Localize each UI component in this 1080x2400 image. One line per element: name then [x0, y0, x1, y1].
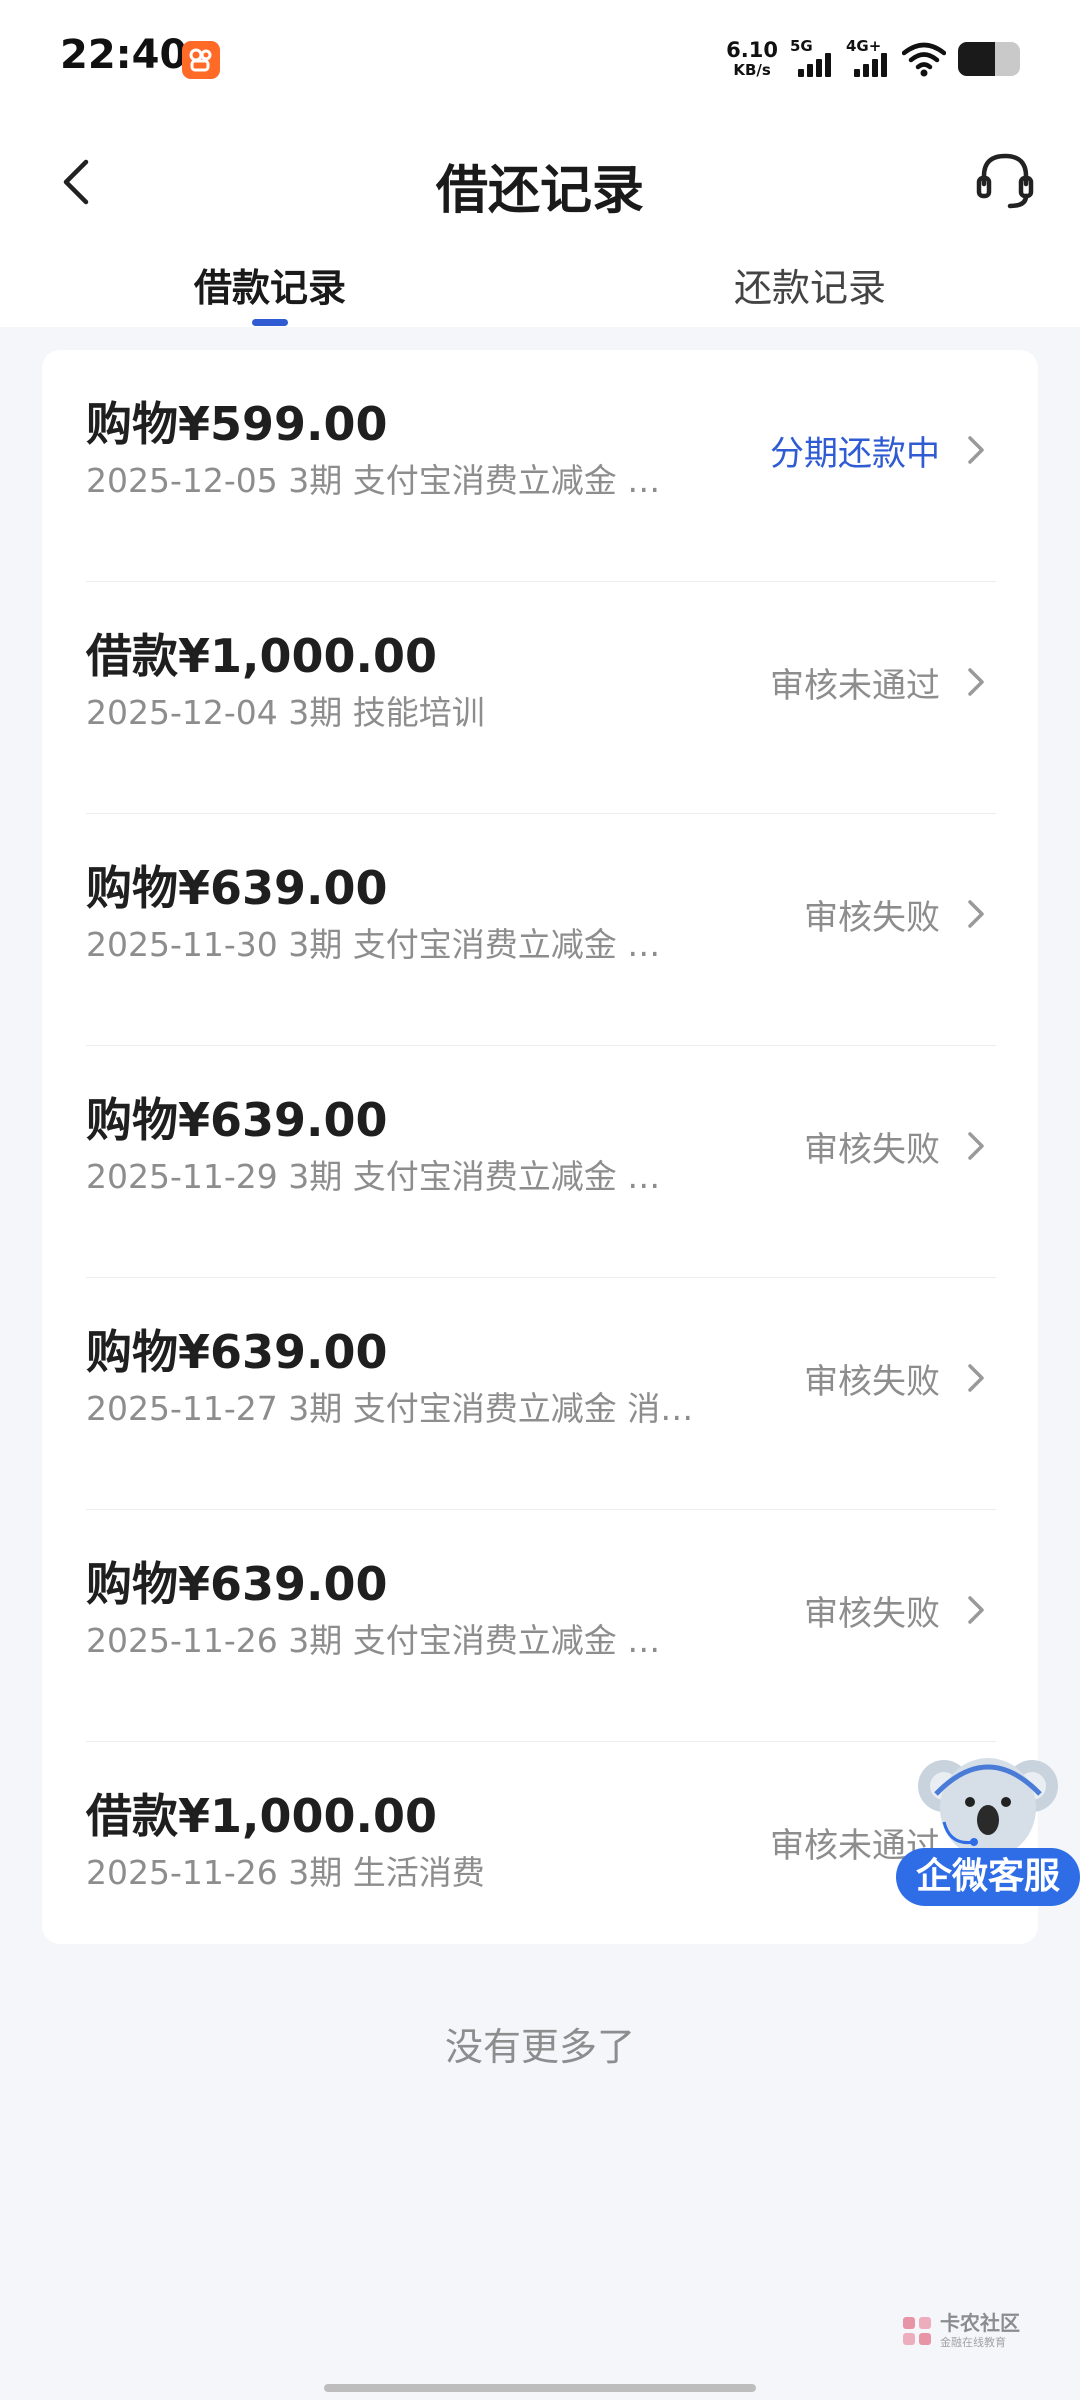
watermark-subtext: 金融在线教育 [940, 2336, 1006, 2349]
record-detail: 2025-11-30 3期 支付宝消费立减金 … [86, 925, 661, 964]
network-speed-value: 6.10 [726, 38, 778, 62]
record-row[interactable]: 购物¥639.00 2025-11-30 3期 支付宝消费立减金 … 审核失败 [42, 814, 1038, 1046]
kanong-watermark: 卡农社区 金融在线教育 [900, 2312, 1020, 2350]
page-title: 借还记录 [435, 161, 644, 221]
record-status: 审核失败 [804, 1130, 940, 1170]
record-detail: 2025-12-05 3期 支付宝消费立减金 … [86, 461, 661, 500]
record-detail: 2025-11-27 3期 支付宝消费立减金 消… [86, 1389, 694, 1428]
chevron-right-icon [968, 436, 984, 464]
record-status: 审核失败 [804, 1594, 940, 1634]
record-amount: 购物¥599.00 [86, 397, 388, 451]
record-amount: 购物¥639.00 [86, 1093, 388, 1147]
record-detail: 2025-12-04 3期 技能培训 [86, 693, 485, 732]
record-row[interactable]: 购物¥639.00 2025-11-26 3期 支付宝消费立减金 … 审核失败 [42, 1510, 1038, 1742]
navigation-bar: 借还记录 [0, 118, 1080, 243]
record-status: 分期还款中 [770, 434, 940, 474]
record-row[interactable]: 借款¥1,000.00 2025-11-26 3期 生活消费 审核未通过 [42, 1742, 1038, 1974]
tab-repayment-records[interactable]: 还款记录 [660, 257, 960, 312]
network-speed-unit: KB/s [733, 61, 771, 79]
record-row[interactable]: 借款¥1,000.00 2025-12-04 3期 技能培训 审核未通过 [42, 582, 1038, 814]
headset-icon[interactable] [970, 146, 1040, 216]
record-tabs: 借款记录 还款记录 [0, 243, 1080, 327]
wifi-icon [902, 42, 946, 77]
status-time: 22:40 [60, 32, 188, 78]
record-status: 审核失败 [804, 898, 940, 938]
record-detail: 2025-11-26 3期 生活消费 [86, 1853, 485, 1892]
active-tab-indicator [252, 319, 288, 326]
record-row[interactable]: 购物¥639.00 2025-11-27 3期 支付宝消费立减金 消… 审核失败 [42, 1278, 1038, 1510]
end-of-list-text: 没有更多了 [444, 2025, 635, 2069]
kuaishou-app-icon [182, 41, 220, 79]
chevron-right-icon [968, 1596, 984, 1624]
chevron-right-icon [968, 900, 984, 928]
signal-4g-icon: 4G+ [846, 37, 890, 79]
record-amount: 购物¥639.00 [86, 1325, 388, 1379]
wecom-service-label: 企微客服 [896, 1848, 1080, 1906]
record-row[interactable]: 购物¥639.00 2025-11-29 3期 支付宝消费立减金 … 审核失败 [42, 1046, 1038, 1278]
signal-5g-icon: 5G [790, 37, 834, 79]
tab-loan-records[interactable]: 借款记录 [120, 257, 420, 312]
records-list: 购物¥599.00 2025-12-05 3期 支付宝消费立减金 … 分期还款中借款… [42, 350, 1038, 1944]
record-amount: 借款¥1,000.00 [86, 629, 437, 683]
battery-fill [958, 42, 996, 76]
record-detail: 2025-11-29 3期 支付宝消费立减金 … [86, 1157, 661, 1196]
record-status: 审核未通过 [770, 666, 940, 706]
record-row[interactable]: 购物¥599.00 2025-12-05 3期 支付宝消费立减金 … 分期还款中 [42, 350, 1038, 582]
network-speed: 6.10 KB/s [726, 40, 778, 78]
record-amount: 购物¥639.00 [86, 861, 388, 915]
home-indicator[interactable] [324, 2384, 756, 2392]
record-status: 审核失败 [804, 1362, 940, 1402]
watermark-text: 卡农社区 [940, 2311, 1020, 2335]
record-amount: 借款¥1,000.00 [86, 1789, 437, 1843]
kanong-logo-icon [903, 2317, 931, 2345]
battery-icon [958, 42, 1020, 76]
chevron-right-icon [968, 1364, 984, 1392]
record-detail: 2025-11-26 3期 支付宝消费立减金 … [86, 1621, 661, 1660]
chevron-right-icon [968, 1132, 984, 1160]
chevron-right-icon [968, 668, 984, 696]
wecom-service-button[interactable]: 企微客服 [896, 1750, 1080, 1910]
status-bar: 22:40 6.10 KB/s 5G 4G+ [0, 0, 1080, 118]
record-amount: 购物¥639.00 [86, 1557, 388, 1611]
status-indicators: 6.10 KB/s 5G 4G+ [726, 36, 1020, 82]
